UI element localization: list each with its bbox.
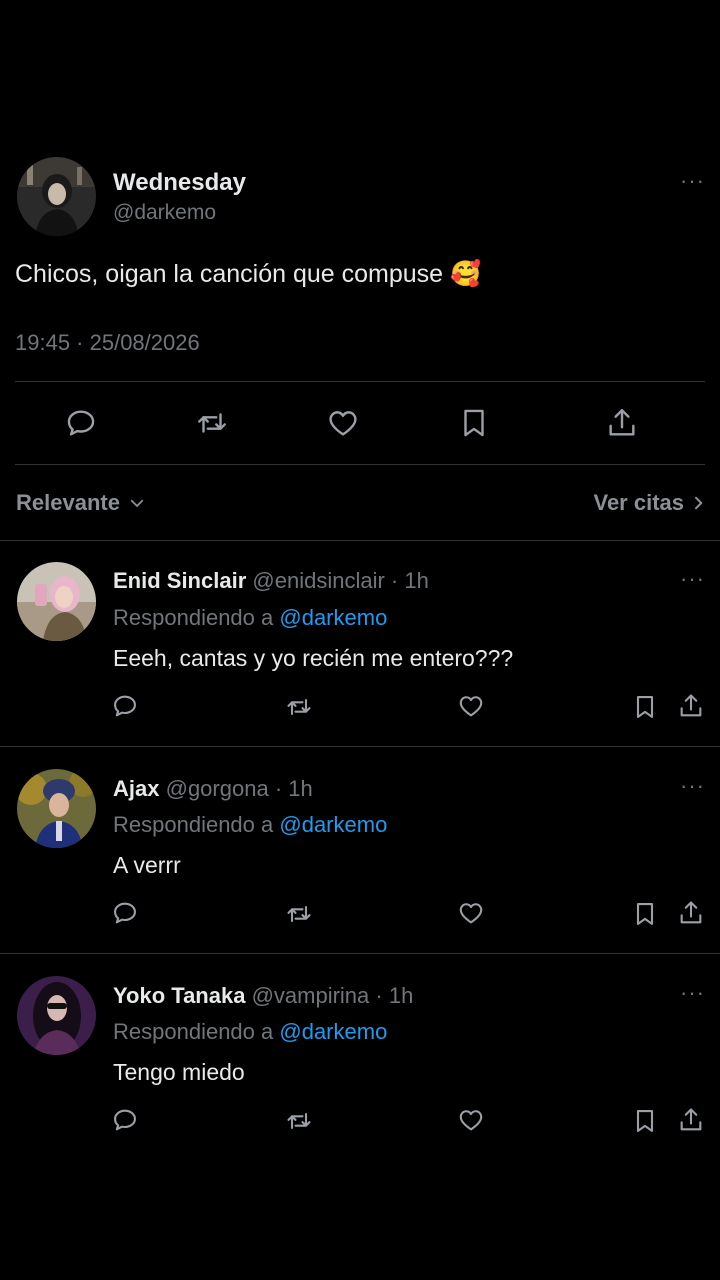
share-icon[interactable] — [605, 405, 639, 441]
reply-icon[interactable] — [111, 692, 139, 720]
bookmark-icon[interactable] — [631, 1106, 659, 1136]
reply-header: Enid Sinclair @enidsinclair · 1h — [113, 568, 429, 594]
reply-icon[interactable] — [111, 899, 139, 927]
replying-label: Respondiendo a — [113, 1019, 274, 1044]
more-options-icon[interactable]: ··· — [680, 566, 705, 592]
author-handle[interactable]: @gorgona — [166, 776, 269, 801]
divider — [0, 540, 720, 541]
reply-icon[interactable] — [64, 406, 98, 440]
author-handle[interactable]: @enidsinclair — [252, 568, 384, 593]
share-icon[interactable] — [677, 898, 705, 928]
sort-label: Relevante — [16, 490, 120, 515]
mention-link[interactable]: @darkemo — [279, 1019, 387, 1044]
author-handle[interactable]: @darkemo — [113, 201, 216, 225]
like-icon[interactable] — [457, 899, 485, 927]
like-icon[interactable] — [457, 1106, 485, 1134]
view-quotes-link[interactable]: Ver citas — [593, 490, 706, 516]
reply-text: Tengo miedo — [113, 1059, 245, 1085]
chevron-right-icon — [692, 494, 706, 512]
more-options-icon[interactable]: ··· — [680, 773, 705, 799]
tweet-timestamp: 19:45 · 25/08/2026 — [15, 330, 200, 355]
chevron-down-icon — [128, 494, 146, 512]
author-name[interactable]: Yoko Tanaka — [113, 983, 245, 1008]
author-name[interactable]: Wednesday — [113, 169, 246, 197]
reply-header: Ajax @gorgona · 1h — [113, 776, 313, 802]
divider — [15, 381, 705, 382]
like-icon[interactable] — [457, 692, 485, 720]
replying-to: Respondiendo a @darkemo — [113, 812, 387, 838]
retweet-icon[interactable] — [284, 693, 314, 721]
reply-text: A verrr — [113, 852, 181, 878]
bookmark-icon[interactable] — [631, 692, 659, 722]
avatar[interactable] — [17, 976, 96, 1055]
mention-link[interactable]: @darkemo — [279, 605, 387, 630]
avatar[interactable] — [17, 769, 96, 848]
like-icon[interactable] — [326, 406, 360, 440]
divider — [15, 464, 705, 465]
more-options-icon[interactable]: ··· — [680, 980, 705, 1006]
retweet-icon[interactable] — [194, 406, 230, 440]
reply-time: · 1h — [390, 568, 429, 593]
author-name[interactable]: Enid Sinclair — [113, 568, 246, 593]
replying-to: Respondiendo a @darkemo — [113, 1019, 387, 1045]
replying-label: Respondiendo a — [113, 605, 274, 630]
view-quotes-label: Ver citas — [593, 490, 684, 515]
retweet-icon[interactable] — [284, 1107, 314, 1135]
reply-header: Yoko Tanaka @vampirina · 1h — [113, 983, 413, 1009]
share-icon[interactable] — [677, 691, 705, 721]
avatar[interactable] — [17, 157, 96, 236]
tweet-text: Chicos, oigan la canción que compuse 🥰 — [15, 260, 482, 288]
avatar[interactable] — [17, 562, 96, 641]
retweet-icon[interactable] — [284, 900, 314, 928]
mention-link[interactable]: @darkemo — [279, 812, 387, 837]
replying-label: Respondiendo a — [113, 812, 274, 837]
sort-relevance-button[interactable]: Relevante — [16, 490, 146, 516]
bookmark-icon[interactable] — [457, 406, 491, 440]
reply-time: · 1h — [375, 983, 414, 1008]
bookmark-icon[interactable] — [631, 899, 659, 929]
divider — [0, 953, 720, 954]
reply-time: · 1h — [274, 776, 313, 801]
replying-to: Respondiendo a @darkemo — [113, 605, 387, 631]
divider — [0, 746, 720, 747]
share-icon[interactable] — [677, 1105, 705, 1135]
author-handle[interactable]: @vampirina — [252, 983, 370, 1008]
reply-icon[interactable] — [111, 1106, 139, 1134]
more-options-icon[interactable]: ··· — [680, 168, 705, 194]
reply-text: Eeeh, cantas y yo recién me entero??? — [113, 645, 514, 671]
author-name[interactable]: Ajax — [113, 776, 159, 801]
